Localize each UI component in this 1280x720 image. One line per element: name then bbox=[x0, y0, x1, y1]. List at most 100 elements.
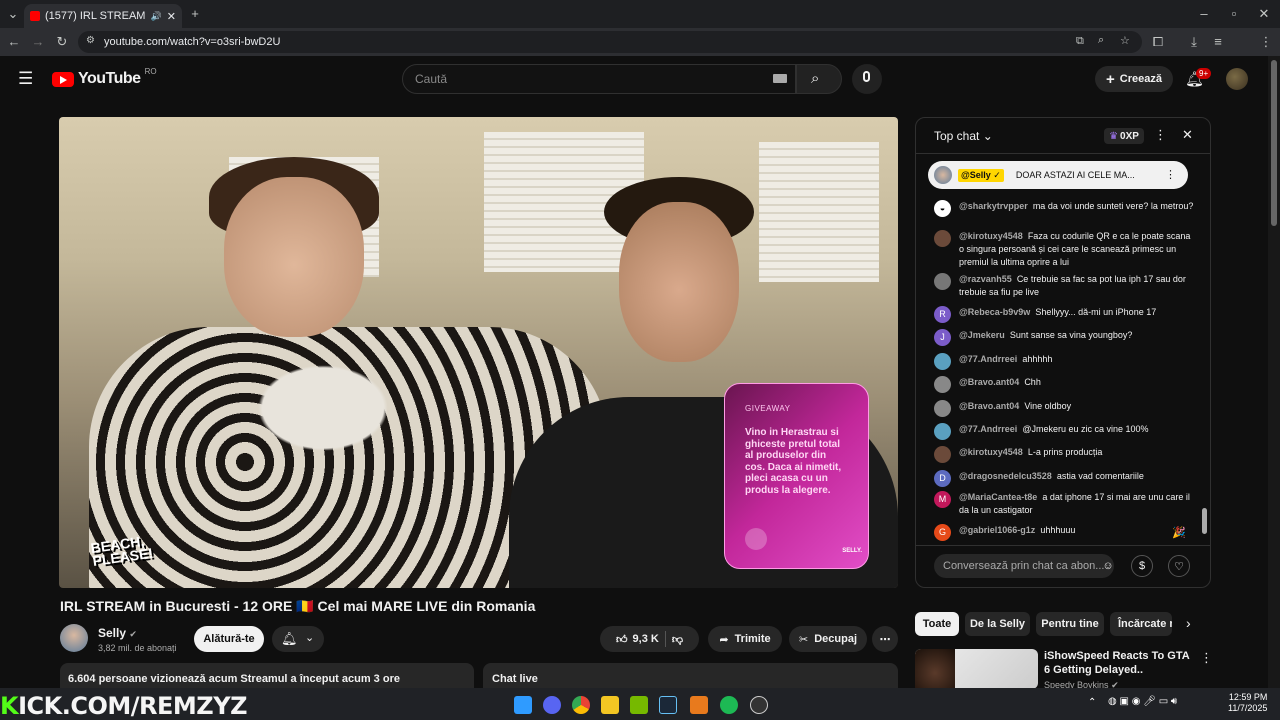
tray-chevron-icon[interactable]: ⌃ bbox=[1088, 697, 1096, 708]
chip-from-selly[interactable]: De la Selly bbox=[965, 612, 1030, 636]
chat-message[interactable]: @kirotuxy4548 Faza cu codurile QR e ca le… bbox=[934, 230, 1194, 269]
super-chat-icon[interactable]: $ bbox=[1131, 555, 1153, 577]
thumbs-up-icon: 👍︎ bbox=[616, 633, 628, 646]
like-button[interactable]: 👍︎ 9,3 K bbox=[616, 633, 659, 646]
chat-message[interactable]: @Bravo.ant04 Vine oldboy bbox=[934, 400, 1194, 417]
chrome-menu-icon[interactable]: ⋮ bbox=[1258, 35, 1274, 49]
chevron-down-icon: ⌄ bbox=[305, 632, 315, 644]
chat-message[interactable]: ◒ @sharkytrvpper ma da voi unde sunteti ve… bbox=[934, 200, 1194, 217]
install-app-icon[interactable]: ⧉ bbox=[1076, 35, 1084, 48]
clip-button[interactable]: ✂ Decupaj bbox=[789, 626, 867, 652]
pinned-more-icon[interactable]: ⋮ bbox=[1165, 168, 1176, 181]
pinned-message[interactable]: @Selly ✓ DOAR ASTAZI AI CELE MA... ⋮ bbox=[928, 161, 1188, 189]
chat-message[interactable]: D @dragosnedelcu3528 astia vad comentariil… bbox=[934, 470, 1194, 487]
chat-avatar: G bbox=[934, 524, 951, 541]
maximize-icon[interactable]: ▫ bbox=[1226, 7, 1242, 21]
chat-message[interactable]: R @Rebeca-b9v9w Shellyyy... dă-mi un iPhon… bbox=[934, 306, 1194, 323]
nvidia-icon[interactable] bbox=[630, 696, 648, 714]
zoom-icon[interactable]: ⌕ bbox=[1098, 34, 1104, 47]
channel-name-text: Selly bbox=[98, 626, 127, 640]
chat-scrollbar[interactable] bbox=[1202, 508, 1207, 534]
chat-message[interactable]: @kirotuxy4548 L-a prins producția bbox=[934, 446, 1194, 463]
taskbar-clock[interactable]: 12:59 PM 11/7/2025 bbox=[1228, 692, 1267, 714]
hamburger-menu-icon[interactable]: ☰ bbox=[18, 70, 33, 87]
chrome-icon[interactable] bbox=[572, 696, 590, 714]
minimize-icon[interactable]: – bbox=[1196, 7, 1212, 21]
chat-avatar bbox=[934, 230, 951, 247]
spotify-icon[interactable] bbox=[720, 696, 738, 714]
recommendation-title[interactable]: iShowSpeed Reacts To GTA 6 Getting Delay… bbox=[1044, 649, 1194, 677]
kick-url: ICK.COM/REMZYZ bbox=[18, 692, 247, 720]
chevron-right-icon[interactable]: › bbox=[1186, 615, 1191, 631]
chat-message[interactable]: @Bravo.ant04 Chh bbox=[934, 376, 1194, 393]
reload-icon[interactable]: ↻ bbox=[54, 35, 70, 49]
chip-uploaded[interactable]: Încărcate r bbox=[1110, 612, 1172, 636]
voice-search-button[interactable] bbox=[852, 64, 882, 94]
downloads-icon[interactable]: ⤓ bbox=[1186, 35, 1202, 49]
discord-icon[interactable] bbox=[543, 696, 561, 714]
address-bar[interactable]: ⚙ youtube.com/watch?v=o3sri-bwD2U ⧉ ⌕ ☆ bbox=[78, 31, 1142, 53]
chat-text: Chh bbox=[1024, 377, 1041, 387]
more-actions-button[interactable]: ⋯ bbox=[872, 626, 898, 652]
microphone-icon bbox=[863, 71, 870, 82]
emoji-icon[interactable]: ☺ bbox=[1097, 555, 1119, 577]
tab-close-icon[interactable]: ✕ bbox=[167, 10, 176, 23]
browser-toolbar: ← → ↻ ⚙ youtube.com/watch?v=o3sri-bwD2U … bbox=[0, 28, 1280, 76]
chat-message[interactable]: @77.Andrreei ahhhhh bbox=[934, 353, 1194, 370]
giveaway-text: Vino in Herastrau si ghiceste pretul tot… bbox=[745, 427, 842, 496]
tray-icons[interactable]: ◍ ▣ ◉ 🎤︎ ▭ 🔊︎ bbox=[1108, 696, 1177, 707]
chat-message[interactable]: J @Jmekeru Sunt sanse sa vina youngboy? bbox=[934, 329, 1194, 346]
url-text: youtube.com/watch?v=o3sri-bwD2U bbox=[104, 36, 281, 48]
chat-message[interactable]: M @MariaCantea-t8e a dat iphone 17 si mai … bbox=[934, 491, 1194, 517]
account-avatar[interactable] bbox=[1226, 68, 1248, 90]
page-scrollbar-thumb[interactable] bbox=[1271, 60, 1277, 226]
chip-all[interactable]: Toate bbox=[915, 612, 959, 636]
chat-message[interactable]: @razvanh55 Ce trebuie sa fac sa pot lua i… bbox=[934, 273, 1194, 299]
file-explorer-icon[interactable] bbox=[601, 696, 619, 714]
channel-avatar[interactable] bbox=[60, 624, 88, 652]
youtube-logo[interactable]: YouTube RO bbox=[52, 67, 157, 88]
chat-avatar bbox=[934, 376, 951, 393]
xp-badge[interactable]: ♛ 0XP bbox=[1104, 128, 1144, 144]
chat-mode-dropdown[interactable]: Top chat ⌄ bbox=[934, 129, 993, 143]
channel-name[interactable]: Selly ✔ bbox=[98, 626, 137, 640]
recommendation-more-icon[interactable]: ⋮ bbox=[1200, 650, 1213, 666]
chat-more-icon[interactable]: ⋮ bbox=[1154, 127, 1167, 143]
extensions-icon[interactable]: ⧠ bbox=[1150, 35, 1166, 49]
subscription-bell-button[interactable]: 🔔︎ ⌄ bbox=[272, 626, 324, 652]
chat-message-input[interactable]: Conversează prin chat ca abon... bbox=[934, 554, 1114, 578]
share-button[interactable]: ➦ Trimite bbox=[708, 626, 782, 652]
heart-icon[interactable]: ♡ bbox=[1168, 555, 1190, 577]
browser-tab[interactable]: (1577) IRL STREAM in Bucuresti - 12 ORE … bbox=[24, 4, 182, 28]
media-control-icon[interactable]: ≡ bbox=[1210, 35, 1226, 49]
thumbs-down-icon[interactable]: 👎︎ bbox=[672, 633, 683, 646]
chat-author: @Jmekeru bbox=[959, 330, 1005, 340]
giveaway-brand: SELLY. bbox=[842, 548, 862, 554]
new-tab-icon[interactable]: + bbox=[187, 7, 203, 21]
site-info-icon[interactable]: ⚙ bbox=[86, 35, 95, 46]
keyboard-icon[interactable] bbox=[773, 74, 787, 83]
chip-for-you[interactable]: Pentru tine bbox=[1036, 612, 1104, 636]
back-icon[interactable]: ← bbox=[6, 35, 22, 49]
tab-list-icon[interactable]: ⌄ bbox=[5, 7, 21, 21]
app-icon[interactable] bbox=[690, 696, 708, 714]
chat-author: @77.Andrreei bbox=[959, 424, 1018, 434]
chat-message[interactable]: G @gabriel1066-g1z uhhhuuu bbox=[934, 524, 1194, 541]
create-button[interactable]: + Creează bbox=[1095, 66, 1173, 92]
steam-icon[interactable] bbox=[659, 696, 677, 714]
window-close-icon[interactable]: ✕ bbox=[1256, 7, 1272, 21]
chat-avatar: J bbox=[934, 329, 951, 346]
like-dislike-group: 👍︎ 9,3 K 👎︎ bbox=[600, 626, 699, 652]
video-player[interactable]: BEACH, PLEASE! GIVEAWAY Vino in Herastra… bbox=[59, 117, 898, 588]
obs-icon[interactable] bbox=[750, 696, 768, 714]
search-button[interactable]: ⌕ bbox=[796, 64, 842, 94]
face-right bbox=[619, 202, 739, 362]
chat-message[interactable]: @77.Andrreei @Jmekeru eu zic ca vine 100% bbox=[934, 423, 1194, 440]
join-button[interactable]: Alătură-te bbox=[194, 626, 264, 652]
bookmark-star-icon[interactable]: ☆ bbox=[1120, 34, 1130, 47]
windows-start-icon[interactable] bbox=[514, 696, 532, 714]
forward-icon[interactable]: → bbox=[30, 35, 46, 49]
chat-author: @dragosnedelcu3528 bbox=[959, 471, 1052, 481]
search-input[interactable]: Caută bbox=[402, 64, 796, 94]
chat-close-icon[interactable]: ✕ bbox=[1182, 127, 1193, 143]
